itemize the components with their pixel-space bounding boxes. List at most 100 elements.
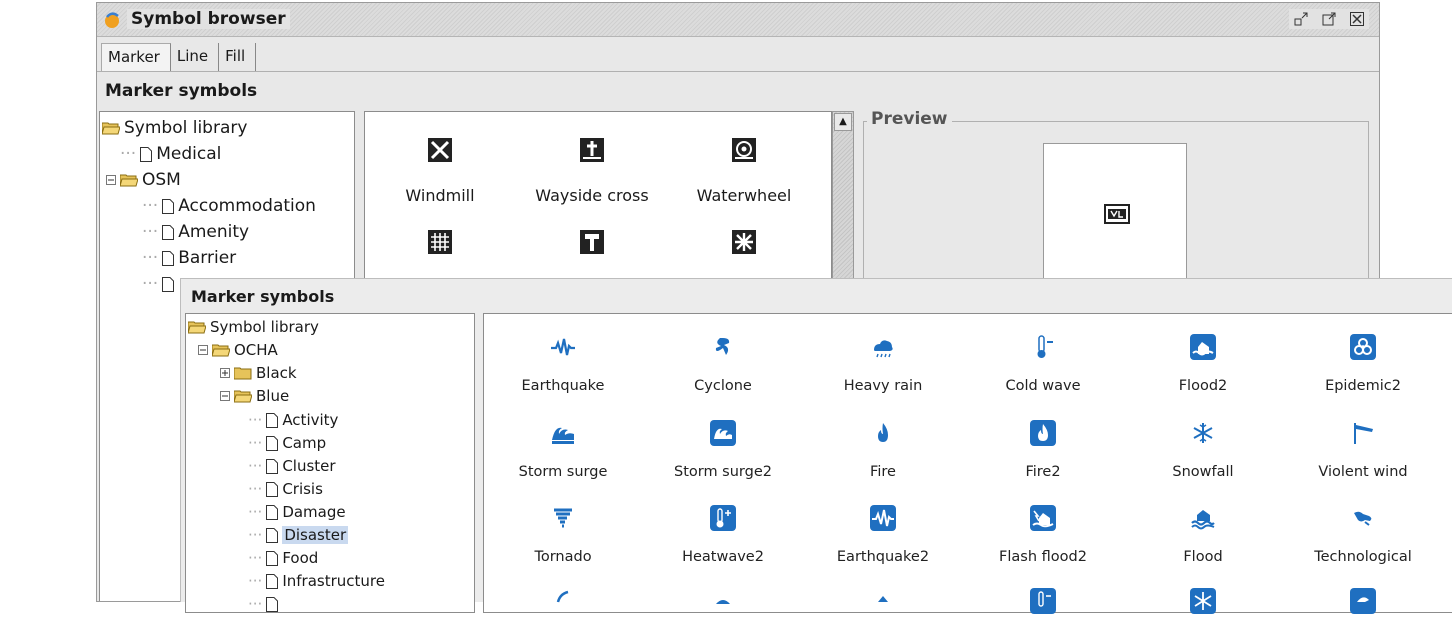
document-icon [266, 412, 279, 428]
symbol-flash-flood2[interactable]: Flash flood2 [964, 505, 1122, 565]
symbol-flood2[interactable]: Flood2 [1124, 334, 1282, 394]
symbol-fire2[interactable]: Fire2 [964, 420, 1122, 480]
fire-boxed-icon [1030, 420, 1056, 446]
symbol-cyclone[interactable]: Cyclone [644, 334, 802, 394]
symbol-star-partial[interactable] [669, 230, 819, 278]
open-folder-icon [188, 321, 206, 333]
heavy-rain-icon [874, 340, 893, 358]
tab-line[interactable]: Line [170, 43, 220, 71]
document-icon [162, 276, 175, 292]
tree-item-symbol-library[interactable]: Symbol library [188, 318, 319, 336]
symbol-snowfall[interactable]: Snowfall [1124, 420, 1282, 480]
symbol-epidemic2[interactable]: Epidemic2 [1284, 334, 1442, 394]
document-icon [266, 504, 279, 520]
symbol-storm-surge[interactable]: Storm surge [484, 420, 642, 480]
waterwheel-icon [732, 138, 756, 162]
technological-icon [1354, 511, 1372, 526]
tree-item-ocha[interactable]: OCHA [198, 341, 278, 359]
symbol-row4-partial[interactable] [964, 588, 1122, 618]
document-icon [266, 596, 279, 612]
symbol-row4-partial[interactable] [644, 588, 802, 618]
symbol-row4-partial[interactable] [1124, 588, 1282, 618]
symbol-label: Storm surge [518, 464, 608, 480]
symbol-grid-partial[interactable] [365, 230, 515, 278]
tree-item-amenity[interactable]: ··· Amenity [142, 222, 249, 242]
symbol-tree-front[interactable]: Symbol library OCHA Black Blue ··· Activi… [185, 313, 475, 613]
tree-item-cluster[interactable]: ··· Cluster [248, 457, 336, 475]
tree-item-label: Damage [282, 503, 346, 521]
title-bar[interactable]: Symbol browser [97, 3, 1379, 37]
tab-marker[interactable]: Marker [101, 43, 171, 71]
symbol-label: Waterwheel [696, 186, 792, 205]
tree-item-partial[interactable]: ··· [142, 274, 175, 294]
earthquake-boxed-icon [870, 505, 896, 531]
window-title: Symbol browser [127, 9, 290, 29]
symbol-waterwheel[interactable]: Waterwheel [669, 138, 819, 205]
tree-item-camp[interactable]: ··· Camp [248, 434, 326, 452]
maximize-button[interactable] [1319, 9, 1339, 29]
tree-item-black[interactable]: Black [220, 364, 297, 382]
tree-item-label: Accommodation [178, 196, 316, 216]
windsock-icon [1354, 423, 1373, 444]
tree-item-label: Symbol library [124, 118, 248, 138]
document-icon [162, 224, 175, 240]
tree-item-partial[interactable]: ··· [248, 595, 279, 613]
symbol-windmill[interactable]: Windmill [365, 138, 515, 205]
flood-boxed-icon [1190, 334, 1216, 360]
collapse-icon [198, 345, 208, 355]
symbol-row4-partial[interactable] [804, 588, 962, 618]
symbol-storm-surge2[interactable]: Storm surge2 [644, 420, 802, 480]
app-icon [105, 12, 119, 28]
symbol-cold-wave[interactable]: Cold wave [964, 334, 1122, 394]
tab-fill[interactable]: Fill [219, 43, 257, 71]
tree-item-accommodation[interactable]: ··· Accommodation [142, 196, 316, 216]
open-folder-icon [102, 122, 120, 134]
tree-item-food[interactable]: ··· Food [248, 549, 318, 567]
open-folder-icon [234, 390, 252, 402]
tree-item-disaster[interactable]: ··· Disaster [248, 526, 349, 544]
tree-item-label: Blue [256, 387, 290, 405]
asterisk-icon [732, 230, 756, 254]
snowflake-boxed-icon [1190, 588, 1216, 614]
collapse-icon [106, 175, 116, 185]
document-icon [266, 573, 279, 589]
snowflake-icon [1193, 423, 1213, 443]
symbol-row4-partial[interactable] [484, 588, 642, 618]
symbol-row4-partial[interactable] [1284, 588, 1442, 618]
symbol-earthquake2[interactable]: Earthquake2 [804, 505, 962, 565]
tree-item-activity[interactable]: ··· Activity [248, 411, 338, 429]
document-icon [266, 458, 279, 474]
symbol-technological[interactable]: Technological [1284, 505, 1442, 565]
tree-item-barrier[interactable]: ··· Barrier [142, 248, 236, 268]
insect-icon [878, 596, 888, 602]
landslide-icon [556, 590, 569, 603]
tree-item-osm[interactable]: OSM [106, 170, 181, 190]
symbol-heavy-rain[interactable]: Heavy rain [804, 334, 962, 394]
symbol-fire[interactable]: Fire [804, 420, 962, 480]
symbol-wayside-cross[interactable]: Wayside cross [517, 138, 667, 205]
wayside-cross-icon [580, 138, 604, 162]
tree-item-crisis[interactable]: ··· Crisis [248, 480, 323, 498]
symbol-tornado[interactable]: Tornado [484, 505, 642, 565]
cyclone-icon [715, 338, 730, 355]
minimize-button[interactable] [1291, 9, 1311, 29]
tree-item-blue[interactable]: Blue [220, 387, 289, 405]
tree-item-label: Amenity [178, 222, 250, 242]
symbol-hammer-partial[interactable] [517, 230, 667, 278]
tree-item-medical[interactable]: ··· Medical [120, 144, 221, 164]
scroll-up-button[interactable]: ▲ [834, 113, 852, 131]
tree-item-infrastructure[interactable]: ··· Infrastructure [248, 572, 385, 590]
symbol-earthquake[interactable]: Earthquake [484, 334, 642, 394]
document-icon [266, 550, 279, 566]
tree-item-damage[interactable]: ··· Damage [248, 503, 346, 521]
close-button[interactable] [1347, 9, 1367, 29]
symbol-violent-wind[interactable]: Violent wind [1284, 420, 1442, 480]
symbol-label: Wayside cross [535, 186, 649, 205]
tree-item-symbol-library[interactable]: Symbol library [102, 118, 247, 138]
symbol-heatwave2[interactable]: Heatwave2 [644, 505, 802, 565]
tree-item-label: Medical [156, 144, 222, 164]
symbol-label: Windmill [405, 186, 475, 205]
symbol-flood[interactable]: Flood [1124, 505, 1282, 565]
document-icon [266, 527, 279, 543]
document-icon [266, 481, 279, 497]
